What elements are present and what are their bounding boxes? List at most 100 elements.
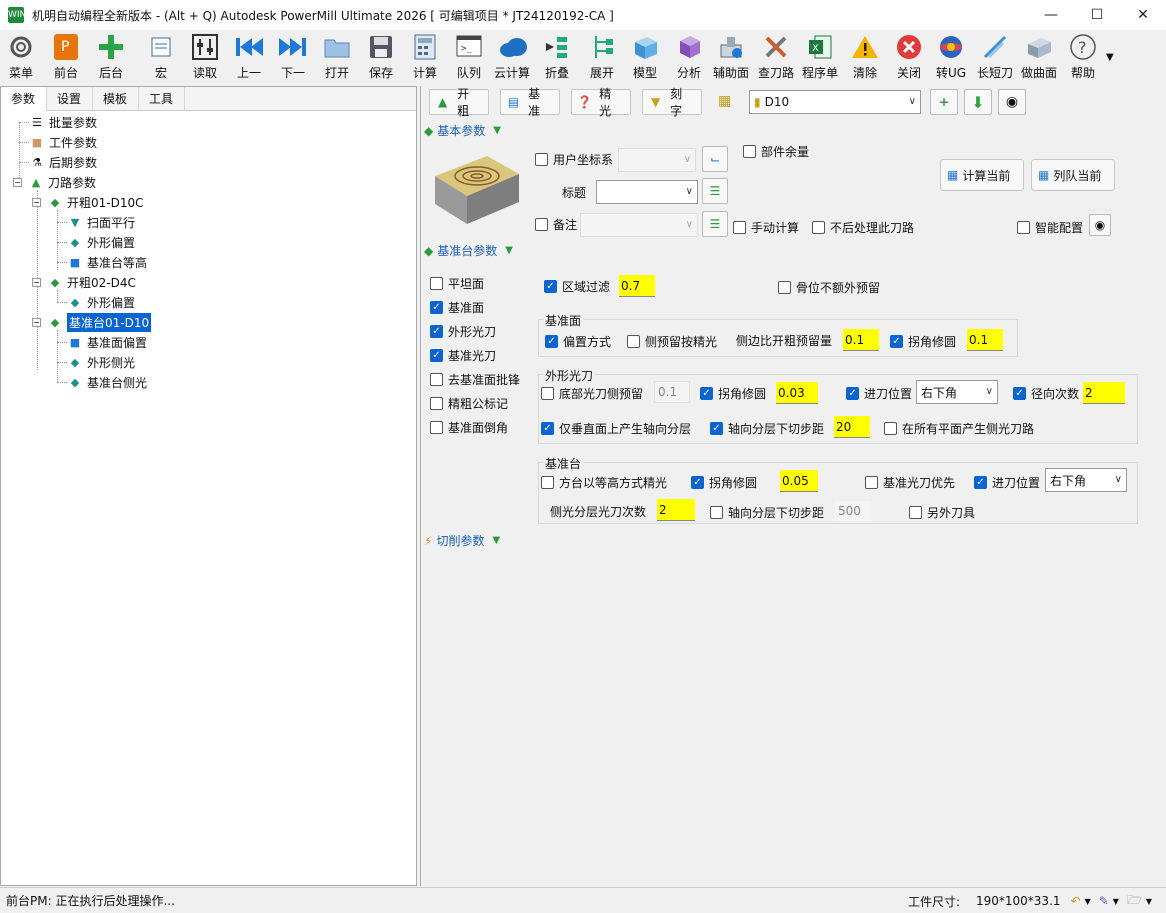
next-button[interactable]: 下一 <box>278 32 308 82</box>
folder-icon[interactable]: 🗁 <box>1127 891 1142 912</box>
bottom-side-input[interactable]: 0.1 <box>654 381 690 403</box>
help-button[interactable]: ? 帮助 <box>1068 32 1098 82</box>
tree-item-batch[interactable]: ☰ 批量参数 <box>29 112 97 132</box>
frontend-button[interactable]: P 前台 <box>51 32 81 82</box>
table-entry-pos-checkbox[interactable]: ✓ 进刀位置 <box>974 474 1040 491</box>
cloud-compute-button[interactable]: 云计算 <box>494 32 530 82</box>
tree-item-side-finish[interactable]: ◆ 外形侧光 <box>67 352 135 372</box>
region-filter-input[interactable]: 0.7 <box>619 275 655 297</box>
calculate-button[interactable]: 计算 <box>410 32 440 82</box>
table-axial-step-input[interactable]: 500 <box>834 500 872 522</box>
offset-mode-checkbox[interactable]: ✓ 偏置方式 <box>545 333 611 350</box>
datum-face-checkbox[interactable]: ✓ 基准面 <box>430 299 484 316</box>
undo-icon[interactable]: ↶ <box>1071 894 1081 908</box>
basic-params-header[interactable]: ◆ 基本参数 ▼ <box>424 122 501 139</box>
region-filter-checkbox[interactable]: ✓ 区域过滤 <box>544 278 610 295</box>
edit-icon[interactable]: ✎ <box>1099 894 1109 908</box>
radial-count-checkbox[interactable]: ✓ 径向次数 <box>1013 385 1079 402</box>
queue-current-button[interactable]: ▦ 列队当前 <box>1031 159 1115 191</box>
tree-item-rough01[interactable]: − ◆ 开粗01-D10C <box>32 192 144 212</box>
smart-config-settings-button[interactable]: ◉ <box>1089 214 1111 236</box>
outer-axial-step-checkbox[interactable]: ✓ 轴向分层下切步距 <box>710 420 824 437</box>
expand-button[interactable]: 展开 <box>587 32 617 82</box>
part-allowance-checkbox[interactable]: 部件余量 <box>743 143 809 160</box>
maximize-button[interactable]: ☐ <box>1074 0 1120 30</box>
collapse-button[interactable]: 折叠 <box>542 32 572 82</box>
analysis-button[interactable]: 分析 <box>674 32 704 82</box>
add-title-button[interactable]: ☰ <box>702 178 728 204</box>
cut-params-header[interactable]: ⚡ 切削参数 ▼ <box>424 532 500 549</box>
title-select[interactable]: ∨ <box>596 180 698 204</box>
note-select[interactable]: ∨ <box>580 213 698 237</box>
tree-item-offset-2[interactable]: ◆ 外形偏置 <box>67 292 135 312</box>
outer-corner-fix-input[interactable]: 0.03 <box>776 382 818 404</box>
calc-current-button[interactable]: ▦ 计算当前 <box>940 159 1024 191</box>
side-passes-input[interactable]: 2 <box>657 499 695 521</box>
bone-no-extra-checkbox[interactable]: 骨位不额外预留 <box>778 279 880 296</box>
outer-finish-checkbox[interactable]: ✓ 外形光刀 <box>430 323 496 340</box>
datum-first-checkbox[interactable]: 基准光刀优先 <box>865 474 955 491</box>
manual-calc-checkbox[interactable]: 手动计算 <box>733 219 799 236</box>
bottom-side-checkbox[interactable]: 底部光刀侧预留 <box>541 385 643 402</box>
tree-item-offset[interactable]: ◆ 外形偏置 <box>67 232 135 252</box>
previous-button[interactable]: 上一 <box>234 32 264 82</box>
radial-count-input[interactable]: 2 <box>1083 382 1125 404</box>
queue-button[interactable]: >_ 队列 <box>454 32 484 82</box>
square-constz-checkbox[interactable]: 方台以等高方式精光 <box>541 474 667 491</box>
tree-item-post[interactable]: ⚗ 后期参数 <box>29 152 97 172</box>
tab-params[interactable]: 参数 <box>1 87 47 111</box>
clear-button[interactable]: 清除 <box>850 32 880 82</box>
finish-button[interactable]: ❓ 精光 <box>571 87 631 118</box>
macro-button[interactable]: 宏 <box>146 32 176 82</box>
tree-item-rough02[interactable]: − ◆ 开粗02-D4C <box>32 272 136 292</box>
side-vs-rough-input[interactable]: 0.1 <box>843 329 879 351</box>
menu-button[interactable]: 菜单 <box>6 32 36 82</box>
datum-params-header[interactable]: ◆ 基准台参数 ▼ <box>424 242 513 259</box>
toolbar-overflow-icon[interactable]: ▼ <box>1106 52 1114 63</box>
read-button[interactable]: 读取 <box>190 32 220 82</box>
collapse-toggle-icon[interactable]: − <box>32 197 41 207</box>
rough-button[interactable]: ▲ 开粗 <box>429 87 489 118</box>
check-toolpath-button[interactable]: 查刀路 <box>758 32 794 82</box>
datum-corner-fix-checkbox[interactable]: ✓ 拐角修圆 <box>890 333 956 350</box>
outer-entry-pos-select[interactable]: 右下角 ∨ <box>916 380 998 404</box>
tolerance-mark-checkbox[interactable]: 精粗公标记 <box>430 395 508 412</box>
to-ug-button[interactable]: 转UG <box>936 32 966 82</box>
user-cs-select[interactable]: ∨ <box>618 148 696 172</box>
make-surface-button[interactable]: 做曲面 <box>1021 32 1057 82</box>
collapse-toggle-icon[interactable]: − <box>32 317 41 327</box>
flat-face-checkbox[interactable]: 平坦面 <box>430 275 484 292</box>
tree-item-datum-side-finish[interactable]: ◆ 基准台侧光 <box>67 372 147 392</box>
tree-item-datum01[interactable]: − ◆ 基准台01-D10 <box>32 312 152 332</box>
outer-axial-step-input[interactable]: 20 <box>834 416 870 438</box>
long-short-tool-button[interactable]: 长短刀 <box>977 32 1013 82</box>
extra-tool-checkbox[interactable]: 另外刀具 <box>909 504 975 521</box>
open-button[interactable]: 打开 <box>322 32 352 82</box>
outer-corner-fix-checkbox[interactable]: ✓ 拐角修圆 <box>700 385 766 402</box>
datum-chamfer-checkbox[interactable]: 基准面倒角 <box>430 419 508 436</box>
dropdown-icon[interactable]: ▼ <box>1085 897 1091 906</box>
deburr-checkbox[interactable]: 去基准面批锋 <box>430 371 520 388</box>
tree-item-workpiece[interactable]: ■ 工件参数 <box>29 132 97 152</box>
tool-select[interactable]: ▮ D10 ∨ <box>749 90 921 114</box>
dropdown-icon[interactable]: ▼ <box>1146 897 1152 906</box>
model-button[interactable]: 模型 <box>630 32 660 82</box>
minimize-button[interactable]: — <box>1028 0 1074 30</box>
tree-item-raster[interactable]: ▼ 扫面平行 <box>67 212 135 232</box>
side-as-finish-checkbox[interactable]: 侧预留按精光 <box>627 333 717 350</box>
tree-item-toolpath[interactable]: − ▲ 刀路参数 <box>13 172 96 192</box>
close-project-button[interactable]: 关闭 <box>894 32 924 82</box>
tab-templates[interactable]: 模板 <box>93 87 139 111</box>
no-post-checkbox[interactable]: 不后处理此刀路 <box>812 219 914 236</box>
all-flat-checkbox[interactable]: 在所有平面产生侧光刀路 <box>884 420 1034 437</box>
engrave-button[interactable]: ▼ 刻字 <box>642 87 702 118</box>
user-cs-checkbox[interactable]: 用户坐标系 <box>535 151 613 168</box>
datum-corner-fix-input[interactable]: 0.1 <box>967 329 1003 351</box>
datum-button[interactable]: ▤ 基准 <box>500 87 560 118</box>
only-vertical-checkbox[interactable]: ✓ 仅垂直面上产生轴向分层 <box>541 420 691 437</box>
table-entry-pos-select[interactable]: 右下角 ∨ <box>1045 468 1127 492</box>
tab-settings[interactable]: 设置 <box>47 87 93 111</box>
add-tool-button[interactable]: + <box>930 89 958 115</box>
backend-button[interactable]: 后台 <box>96 32 126 82</box>
table-axial-step-checkbox[interactable]: 轴向分层下切步距 <box>710 504 824 521</box>
